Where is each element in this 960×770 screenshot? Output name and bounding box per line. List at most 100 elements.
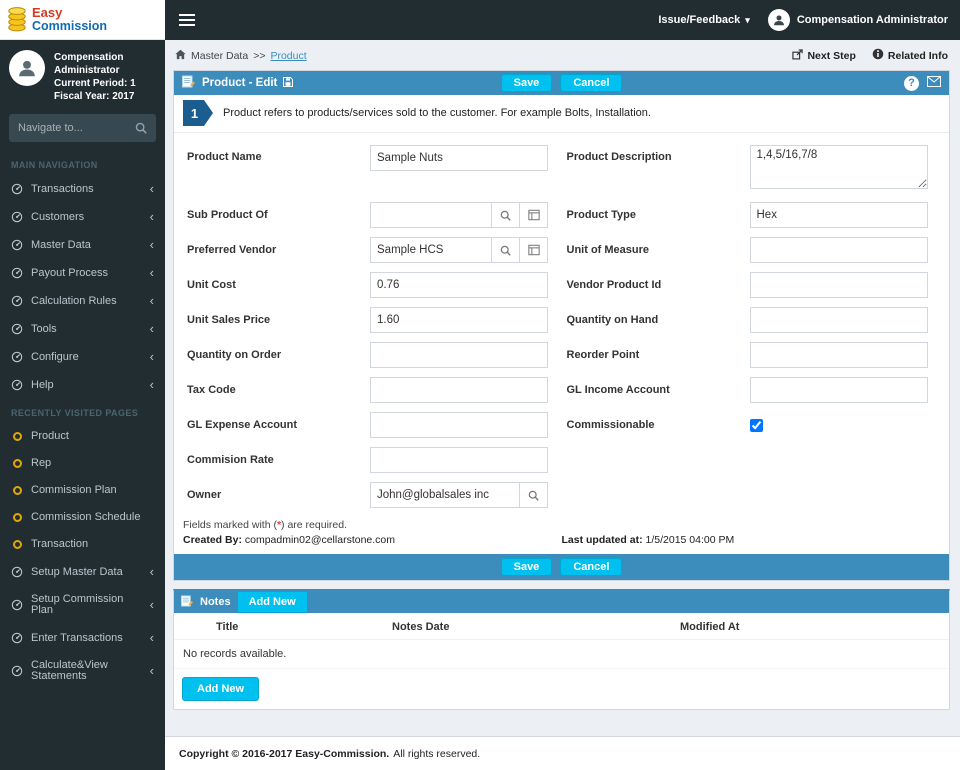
sidebar-item-transaction[interactable]: Transaction bbox=[0, 531, 165, 558]
vendor-product-id-input[interactable] bbox=[749, 272, 928, 298]
form-field-row: Product Type bbox=[562, 202, 942, 228]
breadcrumb-separator: >> bbox=[253, 49, 266, 62]
product-description-input[interactable]: 1,4,5/16,7/8 bbox=[749, 145, 928, 189]
gauge-icon bbox=[11, 239, 23, 251]
product-form: Product Name Sub Product Of Preferred Vend… bbox=[174, 133, 949, 517]
cancel-button-bottom[interactable]: Cancel bbox=[560, 558, 623, 576]
issue-feedback-menu[interactable]: Issue/Feedback ▾ bbox=[658, 14, 749, 26]
search-input[interactable] bbox=[9, 114, 126, 142]
add-new-note-button[interactable]: Add New bbox=[236, 591, 308, 613]
chevron-left-icon: ‹ bbox=[149, 630, 154, 646]
add-new-note-button-bottom[interactable]: Add New bbox=[182, 677, 260, 701]
tax-code-input[interactable] bbox=[370, 377, 548, 403]
sidebar-item-customers[interactable]: Customers ‹ bbox=[0, 203, 165, 231]
avatar bbox=[9, 50, 45, 86]
form-field-row: Product Name bbox=[182, 145, 562, 193]
sidebar-item-commission-plan[interactable]: Commission Plan bbox=[0, 477, 165, 504]
recently-visited-label: RECENTLY VISITED PAGES bbox=[11, 408, 139, 418]
gauge-icon bbox=[11, 267, 23, 279]
circle-bullet-icon bbox=[11, 513, 23, 522]
sidebar-item-commission-schedule[interactable]: Commission Schedule bbox=[0, 504, 165, 531]
field-label-unit-sales-price: Unit Sales Price bbox=[187, 314, 271, 326]
help-note: 1 Product refers to products/services so… bbox=[174, 95, 949, 133]
hamburger-menu-button[interactable] bbox=[165, 0, 209, 40]
chevron-left-icon: ‹ bbox=[149, 209, 154, 225]
email-icon[interactable] bbox=[927, 76, 941, 90]
commissionable-checkbox[interactable] bbox=[749, 418, 763, 432]
sidebar-item-setup-master-data[interactable]: Setup Master Data ‹ bbox=[0, 558, 165, 586]
field-label-owner: Owner bbox=[187, 489, 222, 501]
list-lookup-button[interactable] bbox=[520, 202, 548, 228]
sub-product-of-input[interactable] bbox=[370, 202, 492, 228]
column-modified-at: Modified At bbox=[680, 621, 740, 633]
cancel-button[interactable]: Cancel bbox=[560, 74, 623, 92]
sidebar-item-configure[interactable]: Configure ‹ bbox=[0, 343, 165, 371]
copyright-text: Copyright © 2016-2017 Easy-Commission. bbox=[179, 747, 390, 760]
user-menu[interactable]: Compensation Administrator bbox=[767, 9, 948, 31]
gauge-icon bbox=[11, 183, 23, 195]
breadcrumb-product-link[interactable]: Product bbox=[270, 50, 306, 62]
sidebar-item-setup-commission-plan[interactable]: Setup Commission Plan ‹ bbox=[0, 586, 165, 624]
field-label-product-name: Product Name bbox=[187, 151, 262, 163]
help-icon[interactable]: ? bbox=[904, 75, 919, 91]
gauge-icon bbox=[11, 323, 23, 335]
sidebar-item-payout-process[interactable]: Payout Process ‹ bbox=[0, 259, 165, 287]
product-type-input[interactable] bbox=[749, 202, 928, 228]
list-lookup-button[interactable] bbox=[520, 237, 548, 263]
field-label-tax-code: Tax Code bbox=[187, 384, 236, 396]
form-field-row: Unit Cost bbox=[182, 272, 562, 298]
unit-cost-input[interactable] bbox=[370, 272, 548, 298]
form-field-row: Unit of Measure bbox=[562, 237, 942, 263]
last-updated-value: 1/5/2015 04:00 PM bbox=[645, 534, 735, 546]
record-meta: Created By: compadmin02@cellarstone.com … bbox=[174, 534, 949, 554]
next-step-button[interactable]: Next Step bbox=[792, 48, 856, 63]
gl-income-account-input[interactable] bbox=[749, 377, 928, 403]
sidebar-item-label: Product bbox=[31, 430, 69, 442]
info-icon bbox=[872, 48, 884, 63]
product-edit-panel: Product - Edit Save Cancel ? 1 Product r… bbox=[173, 70, 950, 581]
owner-input[interactable] bbox=[370, 482, 520, 508]
required-fields-note: Fields marked with (*) are required. bbox=[183, 519, 347, 531]
sidebar-item-transactions[interactable]: Transactions ‹ bbox=[0, 175, 165, 203]
form-field-row: Quantity on Order bbox=[182, 342, 562, 368]
unit-of-measure-input[interactable] bbox=[749, 237, 928, 263]
save-button[interactable]: Save bbox=[500, 74, 553, 92]
topbar-user-name: Compensation Administrator bbox=[796, 14, 948, 26]
chevron-left-icon: ‹ bbox=[149, 321, 154, 337]
reorder-point-input[interactable] bbox=[749, 342, 928, 368]
sidebar-item-tools[interactable]: Tools ‹ bbox=[0, 315, 165, 343]
chevron-left-icon: ‹ bbox=[149, 265, 154, 281]
sidebar-item-enter-transactions[interactable]: Enter Transactions ‹ bbox=[0, 624, 165, 652]
save-button-bottom[interactable]: Save bbox=[500, 558, 553, 576]
sidebar-item-master-data[interactable]: Master Data ‹ bbox=[0, 231, 165, 259]
form-field-row: GL Income Account bbox=[562, 377, 942, 403]
preferred-vendor-input[interactable] bbox=[370, 237, 492, 263]
gl-expense-account-input[interactable] bbox=[370, 412, 548, 438]
search-lookup-button[interactable] bbox=[520, 482, 548, 508]
related-info-button[interactable]: Related Info bbox=[872, 48, 948, 63]
product-name-input[interactable] bbox=[370, 145, 548, 171]
quantity-on-hand-input[interactable] bbox=[749, 307, 928, 333]
main-content: Master Data >> Product Next Step Related… bbox=[165, 40, 960, 736]
sidebar-item-calculate-view-statements[interactable]: Calculate&View Statements ‹ bbox=[0, 652, 165, 690]
quantity-on-order-input[interactable] bbox=[370, 342, 548, 368]
search-lookup-button[interactable] bbox=[492, 202, 520, 228]
search-lookup-button[interactable] bbox=[492, 237, 520, 263]
sidebar-item-rep[interactable]: Rep bbox=[0, 450, 165, 477]
user-name: Compensation Administrator bbox=[54, 52, 124, 76]
chevron-left-icon: ‹ bbox=[149, 181, 154, 197]
sidebar-item-calculation-rules[interactable]: Calculation Rules ‹ bbox=[0, 287, 165, 315]
search-button[interactable] bbox=[126, 114, 156, 142]
sidebar-item-help[interactable]: Help ‹ bbox=[0, 371, 165, 399]
notes-title: Notes bbox=[200, 596, 231, 608]
brand-logo[interactable]: Easy Commission bbox=[0, 0, 165, 40]
main-navigation-label: MAIN NAVIGATION bbox=[11, 160, 98, 170]
sidebar-item-label: Payout Process bbox=[31, 266, 109, 279]
notes-empty-message: No records available. bbox=[174, 640, 949, 669]
sidebar-item-label: Calculate&View Statements bbox=[31, 659, 108, 682]
unit-sales-price-input[interactable] bbox=[370, 307, 548, 333]
sidebar-item-product[interactable]: Product bbox=[0, 423, 165, 450]
field-label-product-type: Product Type bbox=[566, 209, 636, 221]
commision-rate-input[interactable] bbox=[370, 447, 548, 473]
sidebar-nav: MAIN NAVIGATION Transactions ‹ Customers ‹ Ma… bbox=[0, 151, 165, 690]
